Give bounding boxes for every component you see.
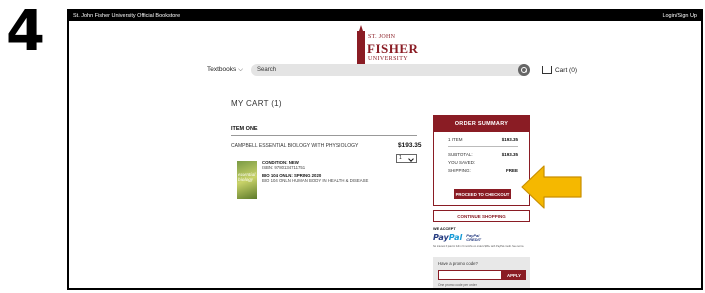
login-link[interactable]: Login/Sign Up bbox=[662, 11, 697, 21]
divider bbox=[231, 135, 417, 136]
tower-icon bbox=[357, 25, 365, 67]
subtotal-value: $193.35 bbox=[501, 152, 518, 157]
order-summary: ORDER SUMMARY 1 ITEM $193.35 SUBTOTAL: $… bbox=[433, 115, 530, 206]
top-bar: St. John Fisher University Official Book… bbox=[69, 11, 701, 21]
summary-divider bbox=[448, 146, 518, 147]
search-icon[interactable] bbox=[517, 64, 530, 76]
browser-frame: St. John Fisher University Official Book… bbox=[67, 9, 703, 290]
course-name: BIO 104 ONLN HUMAN BODY IN HEALTH & DISE… bbox=[262, 178, 369, 183]
logo-line1: ST. JOHN bbox=[368, 34, 396, 40]
step-number: 4 bbox=[6, 0, 45, 64]
apply-button[interactable]: APPLY bbox=[502, 270, 526, 280]
textbooks-label: Textbooks bbox=[207, 66, 237, 73]
saved-label: YOU SAVED: bbox=[448, 160, 476, 165]
page-title: MY CART (1) bbox=[231, 99, 282, 108]
logo-line3: UNIVERSITY bbox=[368, 56, 408, 62]
shipping-label: SHIPPING: bbox=[448, 168, 471, 173]
subtotal-label: SUBTOTAL: bbox=[448, 152, 473, 157]
cart-label: Cart (0) bbox=[554, 66, 577, 74]
quantity-select[interactable]: 1 bbox=[396, 154, 417, 163]
cart-icon bbox=[541, 66, 552, 74]
main-nav: Textbooks ⌵ Search Cart (0) bbox=[207, 63, 577, 77]
textbooks-menu[interactable]: Textbooks ⌵ bbox=[207, 66, 243, 74]
search-input[interactable]: Search bbox=[251, 64, 530, 76]
item-label: ITEM ONE bbox=[231, 126, 258, 132]
product-details: CONDITION: NEW ISBN: 9780134711751 BIO 1… bbox=[262, 160, 368, 183]
paypal-credit-bottom: CREDIT bbox=[466, 236, 482, 242]
pointer-arrow-icon bbox=[521, 165, 582, 209]
chevron-down-icon: ⌵ bbox=[238, 66, 244, 73]
search-placeholder: Search bbox=[257, 67, 277, 73]
continue-shopping-button[interactable]: CONTINUE SHOPPING bbox=[433, 210, 530, 222]
product-price: $193.35 bbox=[398, 142, 422, 149]
paypal-text-pay: Pay bbox=[433, 233, 449, 242]
promo-note: One promo code per order bbox=[438, 283, 477, 287]
paypal-credit-note: No interest if paid in full in 6 months … bbox=[433, 245, 525, 248]
summary-items-row: 1 ITEM $193.35 bbox=[448, 137, 518, 142]
items-label: 1 ITEM bbox=[448, 137, 463, 142]
logo-line2: FISHER bbox=[367, 41, 419, 56]
paypal-credit-logo: PayPal CREDIT bbox=[466, 233, 482, 242]
promo-code-box: Have a promo code? APPLY One promo code … bbox=[433, 257, 530, 288]
book-cover-image[interactable]: essential biology bbox=[237, 161, 257, 199]
store-name: St. John Fisher University Official Book… bbox=[73, 13, 181, 19]
paypal-text-pal: Pal bbox=[448, 233, 463, 242]
shipping-value: FREE bbox=[505, 168, 518, 173]
promo-question: Have a promo code? bbox=[438, 261, 478, 266]
we-accept-label: WE ACCEPT bbox=[433, 227, 456, 231]
promo-code-input[interactable] bbox=[438, 270, 502, 280]
order-summary-heading: ORDER SUMMARY bbox=[434, 116, 529, 132]
summary-subtotal-row: SUBTOTAL: $193.35 bbox=[448, 152, 518, 157]
product-title[interactable]: CAMPBELL ESSENTIAL BIOLOGY WITH PHYSIOLO… bbox=[231, 143, 358, 149]
book-cover-text: essential biology bbox=[238, 173, 256, 183]
cart-link[interactable]: Cart (0) bbox=[541, 66, 577, 74]
items-value: $193.35 bbox=[501, 137, 518, 142]
summary-saved-row: YOU SAVED: bbox=[448, 160, 518, 165]
paypal-logo: PayPal bbox=[433, 233, 462, 242]
payment-logos: PayPal PayPal CREDIT bbox=[433, 232, 481, 243]
summary-shipping-row: SHIPPING: FREE bbox=[448, 168, 518, 173]
proceed-to-checkout-button[interactable]: PROCEED TO CHECKOUT bbox=[454, 189, 511, 199]
